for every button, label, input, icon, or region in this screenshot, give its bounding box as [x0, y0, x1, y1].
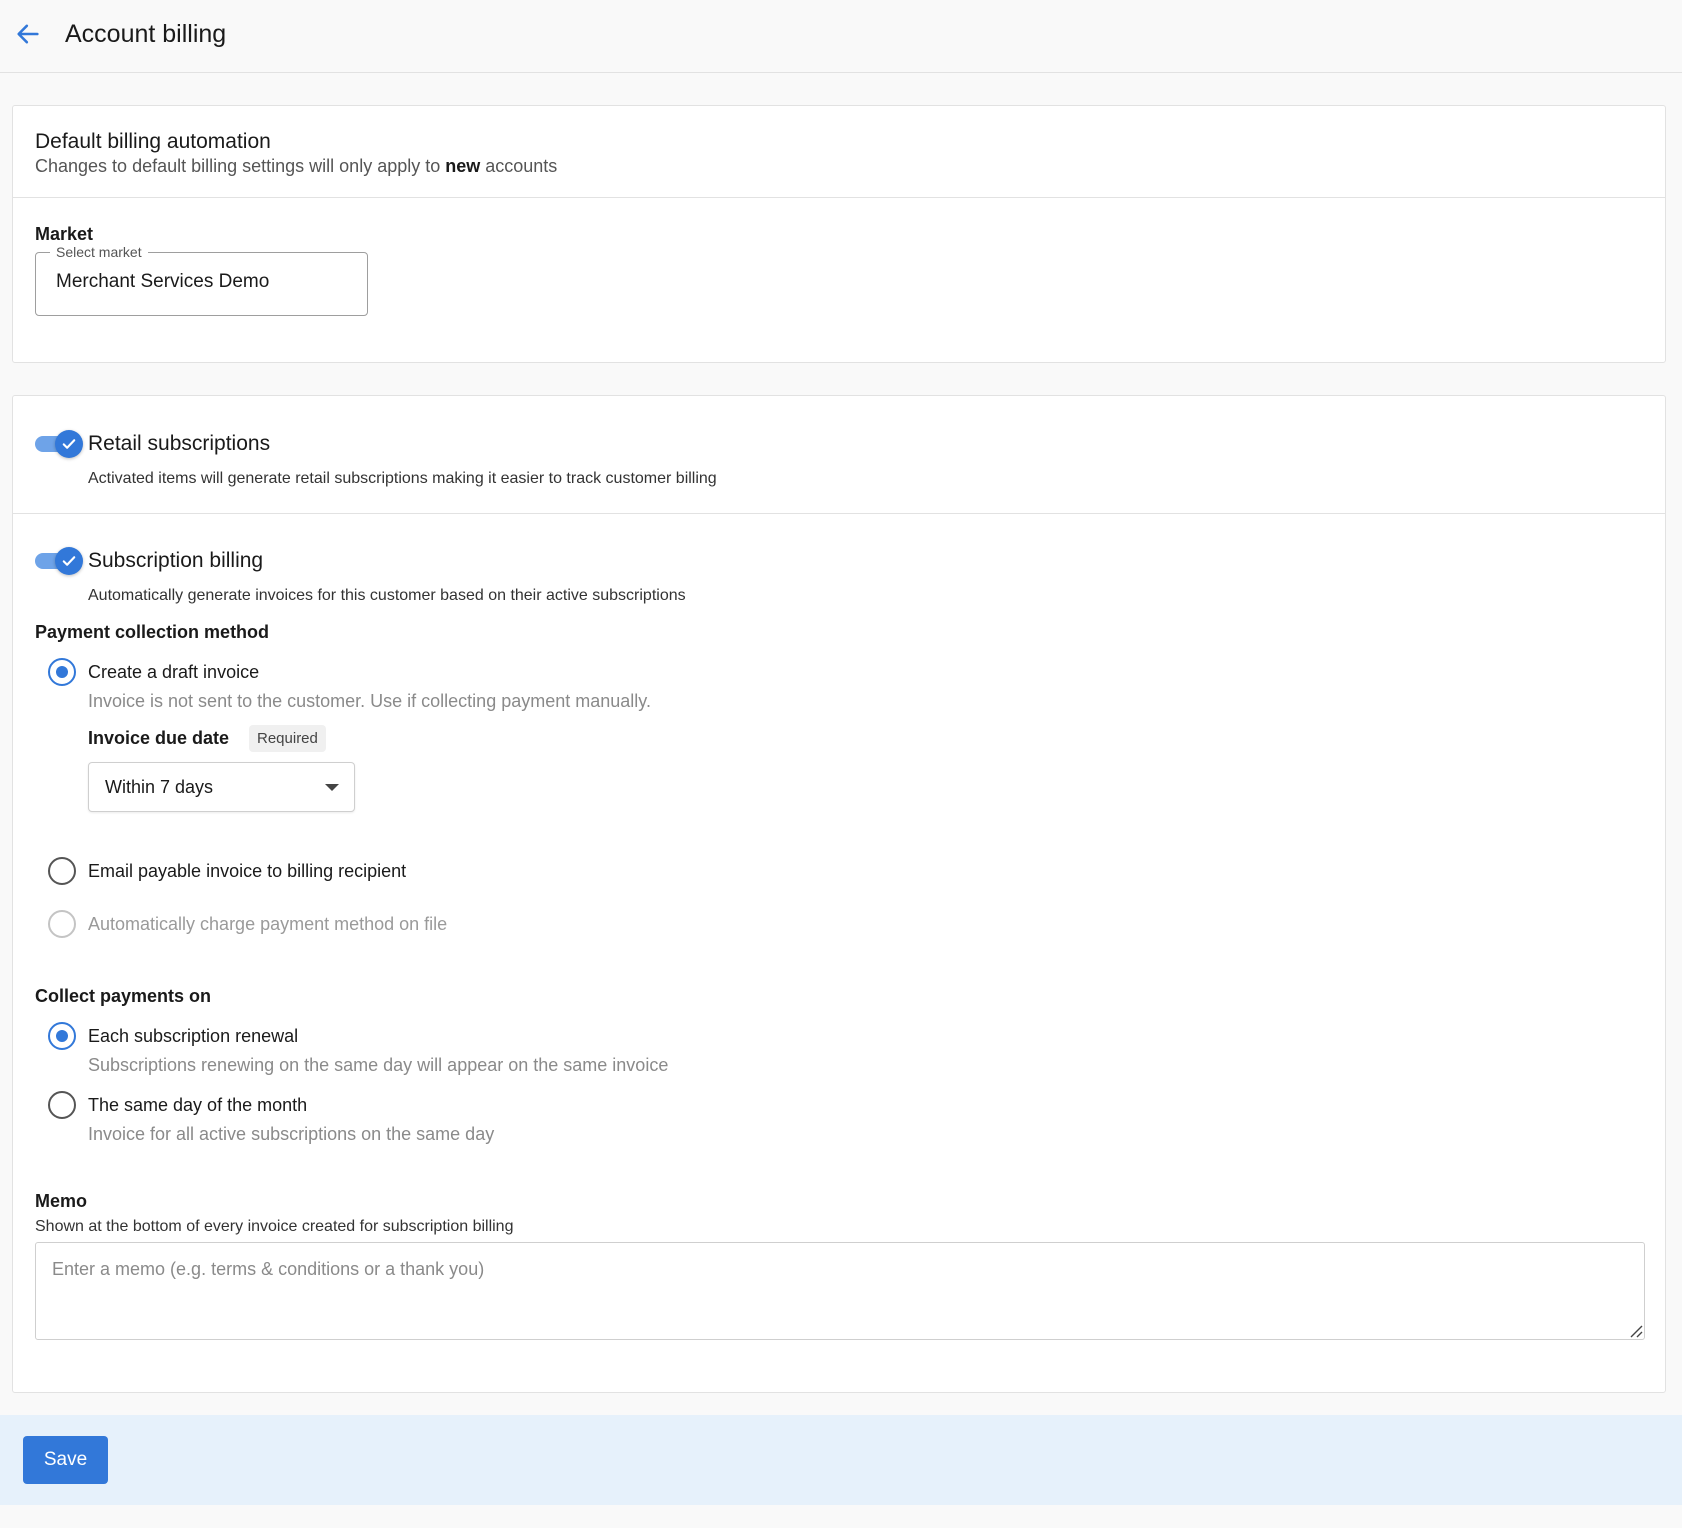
default-billing-header: Default billing automation Changes to de… — [13, 106, 1665, 198]
radio-email-invoice-label[interactable]: Email payable invoice to billing recipie… — [88, 861, 406, 882]
radio-email-invoice[interactable] — [48, 857, 76, 885]
due-date-value: Within 7 days — [105, 777, 214, 797]
check-icon — [62, 556, 76, 566]
market-legend: Select market — [50, 244, 148, 260]
invoice-due-date-select[interactable]: Within 7 days — [88, 762, 355, 812]
radio-draft-invoice[interactable] — [48, 658, 76, 686]
arrow-left-icon — [17, 24, 39, 44]
retail-subscriptions-title: Retail subscriptions — [88, 432, 271, 455]
market-value: Merchant Services Demo — [56, 271, 270, 292]
payment-collection-label: Payment collection method — [35, 622, 270, 642]
radio-same-day-label[interactable]: The same day of the month — [88, 1095, 307, 1116]
radio-same-day[interactable] — [48, 1091, 76, 1119]
page-title: Account billing — [65, 20, 227, 48]
back-button[interactable] — [12, 18, 44, 50]
radio-draft-invoice-help: Invoice is not sent to the customer. Use… — [88, 691, 651, 711]
check-icon — [62, 439, 76, 449]
memo-label: Memo — [35, 1191, 88, 1211]
toggle-thumb — [55, 430, 83, 458]
footer-bar: Save — [0, 1415, 1682, 1505]
retail-subscriptions-description: Activated items will generate retail sub… — [88, 470, 717, 487]
memo-help: Shown at the bottom of every invoice cre… — [35, 1218, 514, 1235]
radio-each-renewal-help: Subscriptions renewing on the same day w… — [88, 1055, 669, 1075]
resize-handle-icon[interactable] — [1627, 1322, 1643, 1338]
retail-subscriptions-toggle[interactable] — [35, 429, 83, 459]
subscription-billing-title: Subscription billing — [88, 549, 264, 572]
subtitle-bold: new — [445, 156, 481, 176]
required-badge: Required — [249, 725, 326, 752]
toggle-thumb — [55, 547, 83, 575]
radio-same-day-help: Invoice for all active subscriptions on … — [88, 1124, 495, 1144]
collect-payments-label: Collect payments on — [35, 986, 212, 1006]
default-billing-card: Default billing automation Changes to de… — [12, 105, 1666, 363]
top-bar: Account billing — [0, 0, 1682, 73]
default-billing-subtitle: Changes to default billing settings will… — [35, 156, 557, 177]
subscriptions-card: Retail subscriptions Activated items wil… — [12, 395, 1666, 1393]
memo-input[interactable] — [35, 1242, 1645, 1340]
market-select[interactable]: Select market Merchant Services Demo — [35, 244, 368, 316]
radio-draft-invoice-label[interactable]: Create a draft invoice — [88, 662, 259, 683]
invoice-due-date-label: Invoice due date — [88, 728, 230, 748]
caret-down-icon — [325, 784, 339, 791]
market-label: Market — [35, 224, 94, 244]
subscription-billing-toggle[interactable] — [35, 546, 83, 576]
subtitle-prefix: Changes to default billing settings will… — [35, 156, 446, 176]
radio-each-renewal-label[interactable]: Each subscription renewal — [88, 1026, 298, 1047]
radio-auto-charge — [48, 910, 76, 938]
default-billing-title: Default billing automation — [35, 130, 271, 153]
subscription-billing-description: Automatically generate invoices for this… — [88, 587, 686, 604]
save-button[interactable]: Save — [23, 1436, 108, 1484]
subtitle-suffix: accounts — [480, 156, 558, 176]
radio-each-renewal[interactable] — [48, 1022, 76, 1050]
section-divider — [13, 513, 1665, 514]
radio-auto-charge-label: Automatically charge payment method on f… — [88, 914, 448, 934]
